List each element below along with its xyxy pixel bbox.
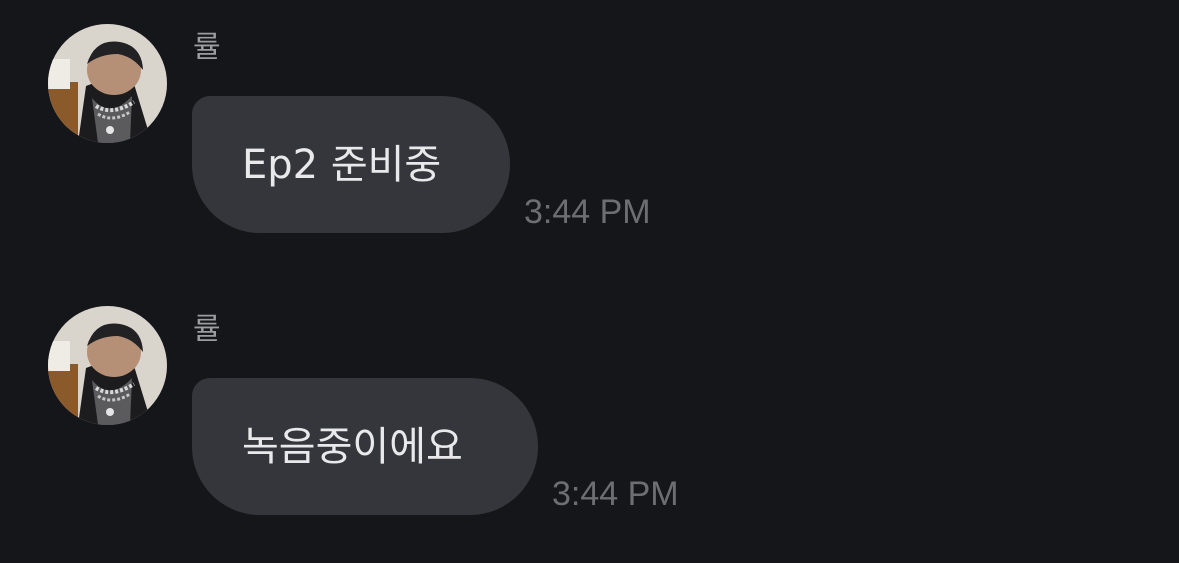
message-timestamp: 3:44 PM (552, 475, 679, 513)
sender-name: 률 (193, 30, 221, 65)
sender-name: 률 (193, 312, 221, 347)
message-timestamp: 3:44 PM (524, 193, 651, 231)
message-bubble[interactable]: Ep2 준비중 (192, 96, 510, 233)
message-row: 률 녹음중이에요 3:44 PM (0, 282, 1179, 522)
message-bubble[interactable]: 녹음중이에요 (192, 378, 538, 515)
avatar[interactable] (48, 306, 167, 425)
message-text: 녹음중이에요 (242, 423, 463, 470)
message-row: 률 Ep2 준비중 3:44 PM (0, 0, 1179, 240)
avatar[interactable] (48, 24, 167, 143)
profile-photo-icon (48, 306, 167, 425)
message-text: Ep2 준비중 (242, 141, 442, 188)
profile-photo-icon (48, 24, 167, 143)
